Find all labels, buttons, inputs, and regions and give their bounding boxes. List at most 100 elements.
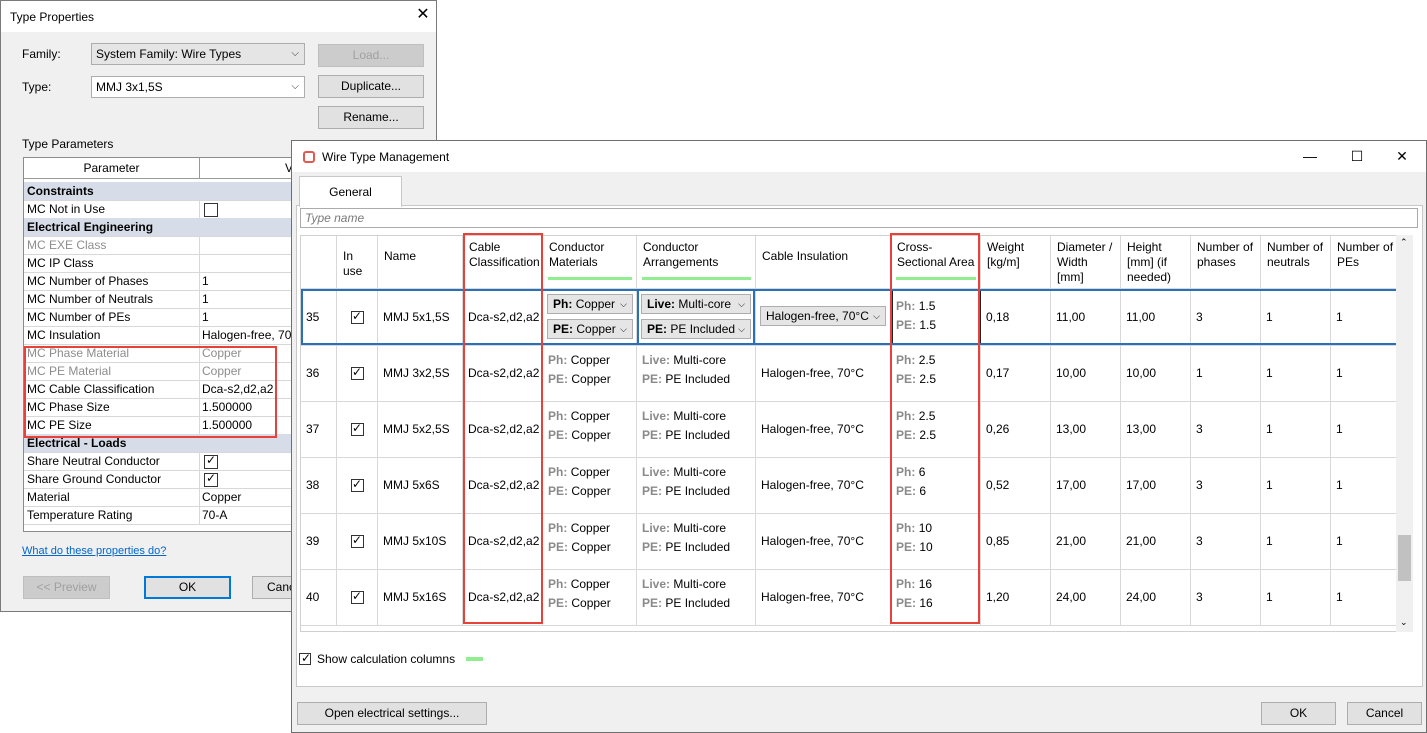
pe-arrangement-dropdown[interactable]: PE: PE Included ⌵ [641,319,751,339]
phases-cell[interactable]: 3 [1191,569,1261,625]
parameter-row[interactable]: MC EXE Class [24,236,292,255]
minimize-icon[interactable]: — [1295,146,1325,166]
name-cell[interactable]: MMJ 3x2,5S [378,345,463,401]
phases-cell[interactable]: 3 [1191,289,1261,345]
conductor-materials-cell[interactable]: Ph: Copper PE: Copper [543,457,637,513]
cancel-button[interactable]: Cancel [1347,702,1422,725]
parameter-row[interactable]: Temperature Rating 70-A [24,506,292,525]
ok-button[interactable]: OK [144,576,231,599]
column-header[interactable]: Number of phases [1191,236,1261,289]
parameter-row[interactable]: Material Copper [24,488,292,507]
column-header[interactable]: Diameter / Width [mm] [1051,236,1121,289]
weight-cell[interactable]: 1,20 [981,569,1051,625]
column-header[interactable]: Cable Insulation [756,236,891,289]
conductor-materials-cell[interactable]: Ph: Copper PE: Copper [543,345,637,401]
conductor-materials-cell[interactable]: Ph: Copper ⌵ PE: Copper ⌵ [543,289,637,345]
neutrals-cell[interactable]: 1 [1261,401,1331,457]
insulation-dropdown[interactable]: Halogen-free, 70°C ⌵ [760,306,886,326]
conductor-arrangements-cell[interactable]: Live: Multi-core PE: PE Included [637,457,756,513]
name-cell[interactable]: MMJ 5x1,5S [378,289,463,345]
column-header[interactable]: Weight [kg/m] [981,236,1051,289]
parameter-value[interactable]: 1 [202,292,209,306]
help-link[interactable]: What do these properties do? [22,545,166,557]
diameter-cell[interactable]: 10,00 [1051,345,1121,401]
close-icon[interactable]: ✕ [1387,146,1417,166]
close-icon[interactable]: ✕ [414,6,432,24]
parameter-row[interactable]: Share Neutral Conductor [24,452,292,471]
conductor-arrangements-cell[interactable]: Live: Multi-core PE: PE Included [637,513,756,569]
in-use-checkbox[interactable] [351,533,364,548]
height-cell[interactable]: 11,00 [1121,289,1191,345]
height-cell[interactable]: 21,00 [1121,513,1191,569]
height-cell[interactable]: 17,00 [1121,457,1191,513]
show-calculation-checkbox[interactable]: ✓ [299,651,311,665]
insulation-cell[interactable]: Halogen-free, 70°C [756,401,891,457]
parameter-row[interactable]: MC Number of Neutrals 1 [24,290,292,309]
row-id-cell[interactable]: 38 [301,457,337,513]
pes-cell[interactable]: 1 [1331,569,1401,625]
insulation-cell[interactable]: Halogen-free, 70°C [756,345,891,401]
name-cell[interactable]: MMJ 5x2,5S [378,401,463,457]
insulation-cell[interactable]: Halogen-free, 70°C [756,457,891,513]
pes-cell[interactable]: 1 [1331,401,1401,457]
scrollbar-thumb[interactable] [1398,535,1411,581]
in-use-checkbox[interactable] [351,309,364,324]
live-arrangement-dropdown[interactable]: Live: Multi-core ⌵ [641,294,751,314]
vertical-scrollbar[interactable]: ⌃ ⌄ [1396,235,1413,632]
in-use-cell[interactable] [337,401,378,457]
in-use-checkbox[interactable] [351,589,364,604]
phases-cell[interactable]: 3 [1191,513,1261,569]
weight-cell[interactable]: 0,52 [981,457,1051,513]
neutrals-cell[interactable]: 1 [1261,569,1331,625]
column-header[interactable]: Number of neutrals [1261,236,1331,289]
duplicate-button[interactable]: Duplicate... [318,75,424,98]
pes-cell[interactable]: 1 [1331,457,1401,513]
in-use-cell[interactable] [337,345,378,401]
open-electrical-settings-button[interactable]: Open electrical settings... [297,702,487,725]
parameter-row[interactable]: MC Not in Use [24,200,292,219]
parameter-row[interactable]: MC IP Class [24,254,292,273]
row-id-cell[interactable]: 36 [301,345,337,401]
conductor-materials-cell[interactable]: Ph: Copper PE: Copper [543,569,637,625]
in-use-checkbox[interactable] [351,365,364,380]
diameter-cell[interactable]: 13,00 [1051,401,1121,457]
column-header[interactable] [301,236,337,289]
neutrals-cell[interactable]: 1 [1261,513,1331,569]
parameter-value[interactable]: Copper [202,490,241,504]
name-cell[interactable]: MMJ 5x16S [378,569,463,625]
phase-material-dropdown[interactable]: Ph: Copper ⌵ [547,294,633,314]
in-use-cell[interactable] [337,457,378,513]
column-header[interactable]: In use [337,236,378,289]
column-header[interactable]: Name [378,236,463,289]
diameter-cell[interactable]: 21,00 [1051,513,1121,569]
parameter-value[interactable]: 1 [202,274,209,288]
maximize-icon[interactable]: ☐ [1342,146,1372,166]
row-id-cell[interactable]: 37 [301,401,337,457]
neutrals-cell[interactable]: 1 [1261,457,1331,513]
parameter-checkbox[interactable] [204,453,218,469]
row-id-cell[interactable]: 40 [301,569,337,625]
parameter-row[interactable]: MC Insulation Halogen-free, 70 [24,326,292,345]
pes-cell[interactable]: 1 [1331,513,1401,569]
type-parameters-grid[interactable]: Parameter Va Constraints MC Not in Use Ele… [23,157,293,532]
height-cell[interactable]: 10,00 [1121,345,1191,401]
conductor-arrangements-cell[interactable]: Live: Multi-core PE: PE Included [637,345,756,401]
parameter-value[interactable]: Halogen-free, 70 [202,328,291,342]
parameter-checkbox[interactable] [204,471,218,487]
insulation-cell[interactable]: Halogen-free, 70°C [756,569,891,625]
parameter-value[interactable]: 70-A [202,508,227,522]
weight-cell[interactable]: 0,17 [981,345,1051,401]
height-cell[interactable]: 13,00 [1121,401,1191,457]
phases-cell[interactable]: 3 [1191,457,1261,513]
load-button[interactable]: Load... [318,44,424,67]
diameter-cell[interactable]: 11,00 [1051,289,1121,345]
neutrals-cell[interactable]: 1 [1261,289,1331,345]
preview-button[interactable]: << Preview [23,576,110,599]
height-cell[interactable]: 24,00 [1121,569,1191,625]
diameter-cell[interactable]: 17,00 [1051,457,1121,513]
parameter-checkbox[interactable] [204,203,218,217]
column-header[interactable]: Height [mm] (if needed) [1121,236,1191,289]
conductor-materials-cell[interactable]: Ph: Copper PE: Copper [543,401,637,457]
weight-cell[interactable]: 0,18 [981,289,1051,345]
pes-cell[interactable]: 1 [1331,289,1401,345]
